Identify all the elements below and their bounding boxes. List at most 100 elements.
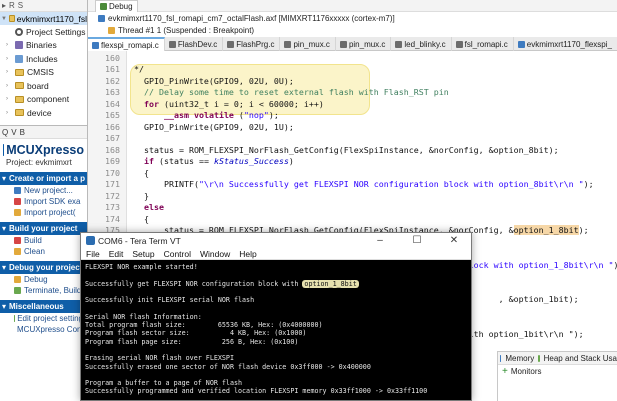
expand-icon[interactable]: › xyxy=(6,69,12,75)
quickstart-action[interactable]: Clean xyxy=(0,246,87,257)
heap-icon xyxy=(538,354,540,362)
code-line[interactable]: 167 xyxy=(88,133,617,145)
tera-term-titlebar[interactable]: COM6 - Tera Term VT – ☐ ✕ xyxy=(81,233,471,248)
collapse-icon[interactable]: ▾ xyxy=(2,224,6,233)
quickstart-section-header[interactable]: ▾ Miscellaneous xyxy=(0,300,87,313)
menu-item-file[interactable]: File xyxy=(86,249,100,259)
quickstart-section-header[interactable]: ▾ Build your project xyxy=(0,222,87,235)
includes-icon xyxy=(15,54,23,63)
quickstart-action[interactable]: Import project( xyxy=(0,207,87,218)
code-line[interactable]: 163 // Delay some time to reset external… xyxy=(88,87,617,99)
code-line[interactable]: 161 */ xyxy=(88,64,617,76)
expand-icon[interactable]: › xyxy=(6,110,12,116)
line-number: 165 xyxy=(105,110,120,121)
code-line[interactable]: 165 __asm volatile ("nop"); xyxy=(88,110,617,122)
code-line[interactable]: 172 } xyxy=(88,190,617,202)
toolbar-label-s[interactable]: S xyxy=(18,1,23,10)
toolbar-label-q[interactable]: Q xyxy=(2,128,8,137)
line-number: 167 xyxy=(105,133,120,144)
quickstart-panel: Q V B MCUXpresso Project: evkmimxrt ▾ Cre… xyxy=(0,125,88,401)
menu-item-window[interactable]: Window xyxy=(200,249,230,259)
tree-item-label: Includes xyxy=(26,53,58,64)
code-line[interactable]: 166 GPIO_PinWrite(GPIO9, 02U, 1U); xyxy=(88,121,617,133)
code-line[interactable]: 174 { xyxy=(88,213,617,225)
code-line[interactable]: 164 for (uint32_t i = 0; i < 60000; i++) xyxy=(88,98,617,110)
tab-heap-stack[interactable]: Heap and Stack Usa xyxy=(544,354,617,363)
code-text: for (uint32_t i = 0; i < 60000; i++) xyxy=(144,98,324,109)
tree-item[interactable]: › CMSIS xyxy=(0,66,87,80)
tree-item[interactable]: Project Settings xyxy=(0,25,87,39)
editor-tab[interactable]: FlashDev.c xyxy=(165,37,224,51)
menu-item-setup[interactable]: Setup xyxy=(132,249,154,259)
debug-launch-item[interactable]: evkmimxrt1170_fsl_romapi_cm7_octalFlash.… xyxy=(88,12,617,24)
editor-tab[interactable]: flexspi_romapi.c xyxy=(88,37,165,51)
editor-tab[interactable]: fsl_romapi.c xyxy=(452,37,514,51)
code-line[interactable]: 160 xyxy=(88,52,617,64)
c-file-icon xyxy=(227,40,235,48)
collapse-icon[interactable]: ▾ xyxy=(2,302,6,311)
editor-tab[interactable]: pin_mux.c xyxy=(336,37,392,51)
quickstart-action[interactable]: MCUXpresso Config xyxy=(0,324,87,335)
collapse-icon[interactable]: ▾ xyxy=(2,174,6,183)
code-line[interactable]: 171 PRINTF("\r\n Successfully get FLEXSP… xyxy=(88,179,617,191)
editor-tab[interactable]: evkmimxrt1170_flexspi_ xyxy=(514,37,617,51)
expand-icon[interactable]: › xyxy=(6,56,12,62)
editor-tab[interactable]: led_blinky.c xyxy=(391,37,452,51)
maximize-icon[interactable]: ☐ xyxy=(400,233,434,248)
tab-debug[interactable]: Debug xyxy=(95,0,138,12)
toolbar-label-r[interactable]: R xyxy=(9,1,15,10)
tera-term-window[interactable]: COM6 - Tera Term VT – ☐ ✕ File Edit Setup C… xyxy=(80,232,472,401)
quickstart-action[interactable]: Import SDK exa xyxy=(0,196,87,207)
close-icon[interactable]: ✕ xyxy=(437,233,471,248)
menu-item-edit[interactable]: Edit xyxy=(109,249,124,259)
monitors-row[interactable]: + Monitors xyxy=(498,365,617,377)
minimize-icon[interactable]: – xyxy=(363,233,397,248)
quickstart-section-header[interactable]: ▾ Create or import a p xyxy=(0,172,87,185)
code-text: status = ROM_FLEXSPI_NorFlash_GetConfig(… xyxy=(134,144,559,155)
tab-memory[interactable]: Memory xyxy=(505,354,534,363)
code-line[interactable]: 170 { xyxy=(88,167,617,179)
expand-icon[interactable]: ▼ xyxy=(1,16,7,22)
thread-icon xyxy=(108,26,115,34)
toolbar-label-v[interactable]: V xyxy=(11,128,16,137)
tree-item[interactable]: › board xyxy=(0,79,87,93)
project-root[interactable]: ▼ evkmimxrt1170_fsl xyxy=(0,12,87,25)
debug-thread-item[interactable]: Thread #1 1 (Suspended : Breakpoint) xyxy=(88,24,617,36)
quickstart-action[interactable]: Build xyxy=(0,235,87,246)
tree-item[interactable]: › Binaries xyxy=(0,39,87,53)
code-line[interactable]: 168 status = ROM_FLEXSPI_NorFlash_GetCon… xyxy=(88,144,617,156)
code-line[interactable]: 169 if (status == kStatus_Success) xyxy=(88,156,617,168)
toolbar-label-b[interactable]: B xyxy=(20,128,25,137)
tree-item-label: Binaries xyxy=(26,40,57,51)
quickstart-project: Project: evkmimxrt xyxy=(6,158,72,167)
code-line[interactable]: 162 GPIO_PinWrite(GPIO9, 02U, 0U); xyxy=(88,75,617,87)
menu-item-control[interactable]: Control xyxy=(164,249,191,259)
quickstart-section-header[interactable]: ▾ Debug your project xyxy=(0,261,87,274)
quickstart-action[interactable]: New project... xyxy=(0,185,87,196)
collapse-icon[interactable]: ▾ xyxy=(2,263,6,272)
menu-icon[interactable]: ▸ xyxy=(2,1,6,10)
editor-tab[interactable]: FlashPrg.c xyxy=(223,37,281,51)
memory-panel: Memory Heap and Stack Usa + Monitors xyxy=(497,351,617,401)
expand-icon[interactable]: › xyxy=(6,42,12,48)
line-number: 164 xyxy=(105,98,120,109)
expand-icon[interactable]: › xyxy=(6,83,12,89)
add-icon[interactable]: + xyxy=(502,366,508,377)
expand-icon[interactable]: › xyxy=(6,96,12,102)
terminal-line: Program flash sector size: 4 KB, Hex: (0… xyxy=(85,329,307,338)
quickstart-action[interactable]: Terminate, Build xyxy=(0,285,87,296)
quickstart-action[interactable]: Debug xyxy=(0,274,87,285)
c-file-icon xyxy=(92,41,99,49)
folder-icon xyxy=(15,82,24,90)
terminal-output[interactable]: FLEXSPI NOR example started! Successfully… xyxy=(81,260,471,399)
tree-item[interactable]: › component xyxy=(0,93,87,107)
menu-item-help[interactable]: Help xyxy=(239,249,256,259)
tree-item[interactable]: › Includes xyxy=(0,52,87,66)
code-line[interactable]: 173 else xyxy=(88,202,617,214)
tree-item[interactable]: › device xyxy=(0,106,87,120)
code-text: GPIO_PinWrite(GPIO9, 02U, 0U); xyxy=(134,75,294,86)
editor-tab[interactable]: pin_mux.c xyxy=(280,37,336,51)
quickstart-action[interactable]: Edit project settings xyxy=(0,313,87,324)
